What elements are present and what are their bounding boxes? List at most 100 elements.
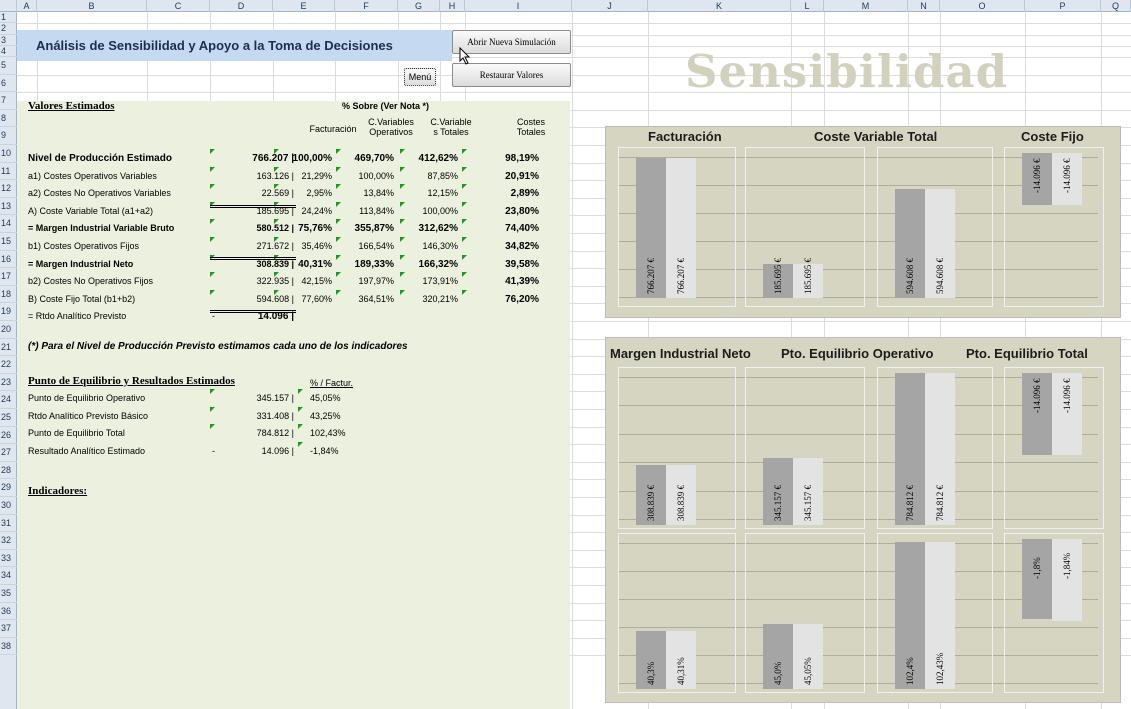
column-header-p[interactable]: P [1025, 0, 1101, 12]
row-header-31[interactable]: 31 [0, 515, 17, 533]
row-header-9[interactable]: 9 [0, 127, 17, 145]
row-header-12[interactable]: 12 [0, 180, 17, 198]
column-header-b[interactable]: B [37, 0, 147, 12]
row-header-18[interactable]: 18 [0, 286, 17, 304]
row-pct: 42,15% [301, 276, 332, 287]
spreadsheet[interactable]: ABCDEFGHIJKLMNOPQ 1 2 3 4 5 6 7 8 9 10 11 12 13 14 15 1… [0, 0, 1131, 709]
row-header-1[interactable]: 1 [0, 12, 17, 24]
row-pct: 197,97% [358, 276, 394, 287]
row-header-37[interactable]: 37 [0, 620, 17, 638]
row-header-14[interactable]: 14 [0, 215, 17, 233]
row-pct: 469,70% [354, 153, 394, 164]
column-headers[interactable]: ABCDEFGHIJKLMNOPQ [0, 0, 1131, 12]
row-pct: 41,39% [505, 276, 539, 288]
row-header-24[interactable]: 24 [0, 391, 17, 409]
column-header-f[interactable]: F [335, 0, 398, 12]
row-pct: 412,62% [418, 153, 458, 164]
row-header-7[interactable]: 7 [0, 92, 17, 110]
column-header-label-2: C.Variable s Totales [420, 117, 482, 137]
chart-data-label: 594.608 € [905, 258, 915, 294]
row-pct: 35,46% [301, 241, 332, 251]
row-pct: 364,51% [358, 293, 394, 304]
row-header-35[interactable]: 35 [0, 585, 17, 603]
row-header-2[interactable]: 2 [0, 23, 17, 35]
row-header-3[interactable]: 3 [0, 35, 17, 46]
row-header-19[interactable]: 19 [0, 303, 17, 321]
row-label: Rtdo Analítico Previsto Básico [28, 410, 149, 421]
column-header-g[interactable]: G [398, 0, 440, 12]
restore-values-button[interactable]: Restaurar Valores [452, 63, 571, 87]
row-header-38[interactable]: 38 [0, 638, 17, 656]
column-header-e[interactable]: E [273, 0, 335, 12]
row-header-34[interactable]: 34 [0, 567, 17, 585]
row-header-33[interactable]: 33 [0, 550, 17, 568]
row-value: 345.157 | [256, 393, 294, 403]
row-header-32[interactable]: 32 [0, 532, 17, 550]
row-pct: 40,31% [298, 258, 332, 270]
column-header-l[interactable]: L [791, 0, 824, 12]
row-header-28[interactable]: 28 [0, 462, 17, 480]
row-header-21[interactable]: 21 [0, 339, 17, 357]
row-header-30[interactable]: 30 [0, 497, 17, 515]
row-header-26[interactable]: 26 [0, 427, 17, 445]
row-headers[interactable]: 1 2 3 4 5 6 7 8 9 10 11 12 13 14 15 16 17 18 19 20 21 22 23 24 2… [0, 12, 17, 709]
row-pct: 100,00% [422, 205, 458, 216]
double-underline [210, 310, 296, 313]
row-header-20[interactable]: 20 [0, 321, 17, 339]
row-pct: 113,84% [359, 205, 394, 216]
menu-button[interactable]: Menú [404, 68, 436, 86]
row-pct: 102,43% [310, 428, 346, 439]
row-header-13[interactable]: 13 [0, 198, 17, 216]
chart-bar [1022, 539, 1052, 620]
row-header-25[interactable]: 25 [0, 409, 17, 427]
row-header-23[interactable]: 23 [0, 374, 17, 392]
row-header-11[interactable]: 11 [0, 163, 17, 181]
row-header-29[interactable]: 29 [0, 479, 17, 497]
row-pct: 75,76% [298, 223, 332, 235]
header-line: Costes [516, 117, 545, 127]
column-header-h[interactable]: H [440, 0, 465, 12]
row-header-16[interactable]: 16 [0, 251, 17, 269]
chart-data-label: 784.812 € [935, 485, 945, 521]
column-header-j[interactable]: J [572, 0, 648, 12]
percentage-header: % Sobre (Ver Nota *) [342, 101, 430, 111]
sensitivity-banner: Sensibilidad [685, 45, 1009, 98]
column-header-o[interactable]: O [940, 0, 1025, 12]
chart-data-label: -1,8% [1032, 557, 1042, 579]
section-heading-breakeven: Punto de Equilibrio y Resultados Estimad… [28, 375, 235, 387]
row-header-10[interactable]: 10 [0, 145, 17, 163]
chart-data-label: 45,05% [803, 657, 813, 685]
row-header-8[interactable]: 8 [0, 110, 17, 128]
row-header-17[interactable]: 17 [0, 268, 17, 286]
row-header-22[interactable]: 22 [0, 356, 17, 374]
green-indicator-icon [298, 441, 303, 447]
chart-data-label: 345.157 € [803, 485, 813, 521]
row-header-6[interactable]: 6 [0, 75, 17, 93]
chart-data-label: 40,3% [646, 661, 656, 685]
row-header-36[interactable]: 36 [0, 603, 17, 621]
chart-data-label: -14.096 € [1032, 378, 1042, 414]
select-all-corner[interactable] [0, 0, 17, 12]
header-line: C.Variable [430, 117, 472, 127]
row-header-4[interactable]: 4 [0, 46, 17, 58]
column-header-n[interactable]: N [908, 0, 940, 12]
green-indicator-icon [298, 389, 303, 394]
chart-title-pe-total: Pto. Equilibrio Total [966, 346, 1088, 361]
column-header-k[interactable]: K [648, 0, 791, 12]
row-header-5[interactable]: 5 [0, 57, 17, 75]
column-header-c[interactable]: C [147, 0, 210, 12]
column-header-d[interactable]: D [210, 0, 273, 12]
column-header-q[interactable]: Q [1101, 0, 1131, 12]
row-pct: 355,87% [354, 223, 394, 235]
column-header-m[interactable]: M [824, 0, 908, 12]
row-header-27[interactable]: 27 [0, 444, 17, 462]
column-header-a[interactable]: A [17, 0, 37, 12]
row-header-15[interactable]: 15 [0, 233, 17, 251]
page-title: Análisis de Sensibilidad y Apoyo a la To… [36, 38, 393, 53]
row-pct: 23,80% [505, 205, 539, 217]
row-label: A) Coste Variable Total (a1+a2) [28, 205, 153, 216]
row-pct: 21,29% [301, 170, 332, 181]
column-header-i[interactable]: I [465, 0, 572, 12]
row-pct: 100,00% [292, 153, 332, 164]
column-header-label-3: Costes Totales [500, 117, 562, 137]
